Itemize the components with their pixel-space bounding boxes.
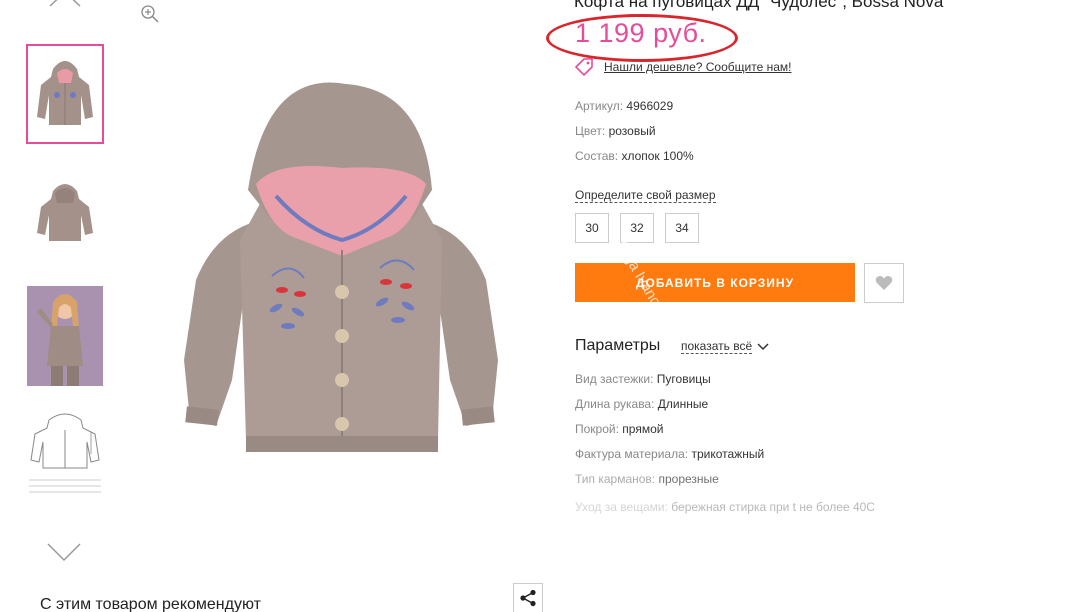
share-icon (520, 589, 536, 607)
favorite-button[interactable] (864, 263, 904, 303)
attribute-color: Цвет: розовый (575, 124, 656, 138)
attribute-key: Цвет: (575, 124, 606, 138)
attribute-value: розовый (608, 124, 656, 138)
price-highlight-ellipse (546, 14, 738, 62)
chevron-down-icon (757, 342, 769, 350)
param-key: Покрой: (575, 422, 619, 436)
param-care: Уход за вещами: бережная стирка при t не… (575, 497, 885, 517)
param-fabric-texture: Фактура материала: трикотажный (575, 447, 764, 461)
param-value: прямой (622, 422, 664, 436)
model-photo-image (27, 286, 103, 386)
param-key: Уход за вещами: (575, 500, 668, 514)
param-value: трикотажный (691, 447, 765, 461)
param-value: Длинные (657, 397, 709, 411)
size-option-30[interactable]: 30 (575, 213, 609, 243)
heart-icon (875, 276, 893, 290)
found-cheaper-row[interactable]: Нашли дешевле? Сообщите нам! (574, 58, 791, 76)
thumbnail-back[interactable] (26, 162, 104, 262)
size-selector: 30 32 34 (575, 213, 710, 243)
product-title: Кофта на пуговицах ДД "Чудолес", Bossa N… (574, 0, 944, 11)
jacket-front-image (37, 61, 93, 125)
param-value: бережная стирка при t не более 40С (671, 500, 875, 514)
param-fastener: Вид застежки: Пуговицы (575, 372, 711, 386)
jacket-back-image (37, 184, 93, 241)
gallery-up-arrow[interactable] (48, 0, 82, 8)
size-guide-link[interactable]: Определите свой размер (575, 188, 716, 203)
show-all-toggle[interactable]: показать всё (681, 339, 770, 354)
thumbnail-front[interactable] (26, 44, 104, 144)
recommended-section-title: С этим товаром рекомендуют (40, 596, 261, 612)
size-chart-image (29, 413, 101, 493)
share-button[interactable] (513, 583, 543, 612)
size-option-32[interactable]: 32 (620, 213, 654, 243)
param-value: прорезные (658, 472, 719, 486)
param-value: Пуговицы (656, 372, 711, 386)
attribute-value: 4966029 (626, 99, 674, 113)
param-key: Тип карманов: (575, 472, 656, 486)
attribute-composition: Состав: хлопок 100% (575, 149, 694, 163)
param-key: Длина рукава: (575, 397, 655, 411)
zoom-in-icon[interactable] (140, 4, 160, 24)
add-to-cart-button[interactable]: ДОБАВИТЬ В КОРЗИНУ (575, 263, 855, 302)
gallery-down-arrow[interactable] (46, 540, 82, 564)
show-all-label: показать всё (681, 339, 753, 354)
main-product-image[interactable] (176, 80, 506, 475)
parameters-title: Параметры (575, 337, 661, 354)
thumbnail-size-chart[interactable] (26, 408, 104, 500)
attribute-article: Артикул: 4966029 (575, 99, 673, 113)
param-sleeve-length: Длина рукава: Длинные (575, 397, 708, 411)
attribute-key: Состав: (575, 149, 619, 163)
attribute-value: хлопок 100% (621, 149, 694, 163)
attribute-key: Артикул: (575, 99, 624, 113)
param-key: Вид застежки: (575, 372, 654, 386)
param-cut: Покрой: прямой (575, 422, 663, 436)
thumbnail-model-photo[interactable] (26, 286, 104, 386)
found-cheaper-link[interactable]: Нашли дешевле? Сообщите нам! (604, 60, 791, 74)
tag-icon (574, 58, 593, 76)
param-key: Фактура материала: (575, 447, 689, 461)
param-pocket-type: Тип карманов: прорезные (575, 472, 719, 486)
size-option-34[interactable]: 34 (665, 213, 699, 243)
